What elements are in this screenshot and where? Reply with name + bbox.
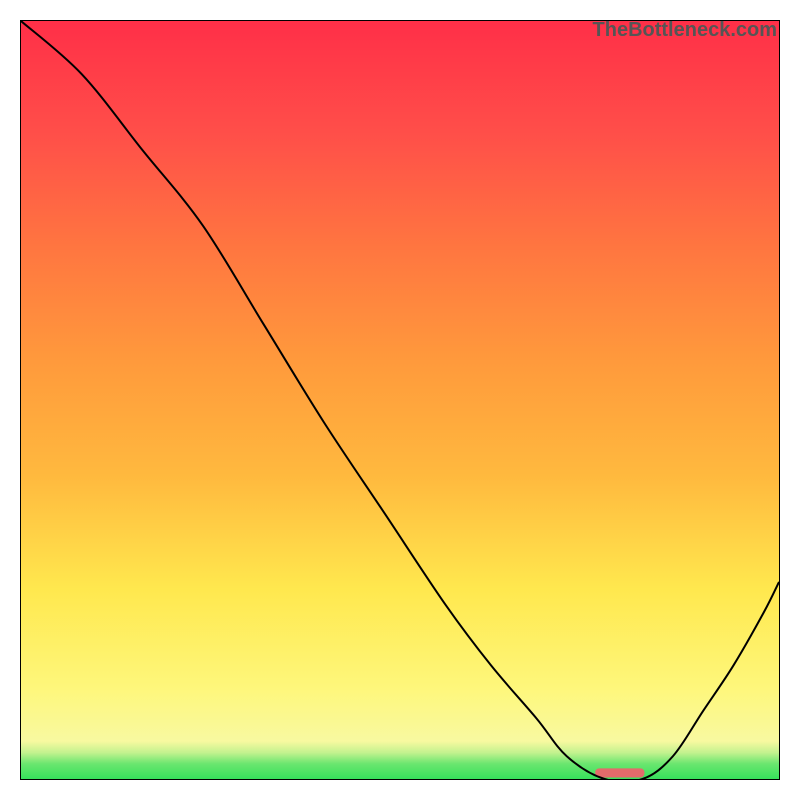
attribution-text: TheBottleneck.com [593, 19, 777, 42]
chart-container: TheBottleneck.com [0, 0, 800, 800]
plot-area: TheBottleneck.com [20, 20, 780, 780]
gradient-background [21, 21, 779, 779]
marker-pill [595, 768, 644, 777]
plot-svg [21, 21, 779, 779]
